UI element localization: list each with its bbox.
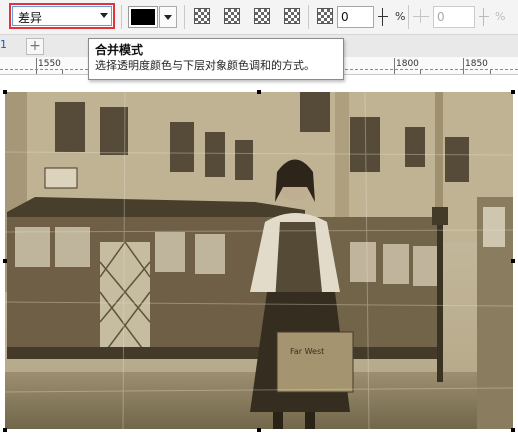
page-tab-number[interactable]: 1 — [0, 38, 7, 51]
toolbar-divider — [121, 5, 122, 29]
property-bar: 差异 0 % 0 % — [0, 0, 518, 35]
add-page-button[interactable]: + — [26, 38, 44, 55]
blend-mode-dropdown[interactable]: 差异 — [9, 3, 115, 29]
selection-handle[interactable] — [3, 428, 7, 432]
color-swatch[interactable] — [128, 6, 158, 28]
tooltip-description: 选择透明度颜色与下层对象颜色调和的方式。 — [95, 59, 315, 72]
selection-handle[interactable] — [257, 90, 261, 94]
transparency-midpoint-icon — [413, 9, 429, 23]
color-picker-dropdown[interactable] — [159, 6, 177, 28]
chevron-down-icon[interactable] — [100, 13, 108, 18]
toolbar-divider — [308, 5, 309, 29]
selection-handle[interactable] — [3, 259, 7, 263]
transparency-input[interactable]: 0 — [337, 6, 374, 28]
selection-handle[interactable] — [511, 259, 515, 263]
color-swatch-fill — [131, 9, 155, 25]
freeze-transparency-icon[interactable] — [284, 8, 300, 24]
transparency-unit: % — [395, 10, 406, 23]
transparency-spinner[interactable] — [376, 6, 390, 28]
toolbar-divider — [408, 5, 409, 29]
selection-handle[interactable] — [257, 428, 261, 432]
transparency-level-icon — [317, 8, 333, 24]
ruler-label: 1550 — [38, 59, 61, 69]
photo-artwork: Far West — [5, 92, 513, 429]
ruler-label: 1800 — [396, 59, 419, 69]
ruler-label: 1850 — [465, 59, 488, 69]
ruler-tick — [463, 58, 464, 74]
selection-handle[interactable] — [511, 428, 515, 432]
transparency-all-icon[interactable] — [194, 8, 210, 24]
selection-handle[interactable] — [511, 90, 515, 94]
transparency-outline-icon[interactable] — [254, 8, 270, 24]
sepia-photo[interactable]: Far West — [5, 92, 513, 429]
ruler-tick — [394, 58, 395, 74]
toolbar-divider — [184, 5, 185, 29]
blend-mode-value: 差异 — [18, 11, 43, 25]
ruler-tick — [36, 58, 37, 74]
second-transparency-spinner[interactable] — [477, 6, 491, 28]
second-transparency-unit: % — [495, 10, 506, 23]
blend-mode-tooltip: 合并模式 选择透明度颜色与下层对象颜色调和的方式。 — [88, 38, 344, 80]
second-transparency-input[interactable]: 0 — [433, 6, 475, 28]
tooltip-title: 合并模式 — [95, 43, 144, 57]
transparency-fill-icon[interactable] — [224, 8, 240, 24]
selection-handle[interactable] — [3, 90, 7, 94]
blend-mode-field[interactable]: 差异 — [12, 6, 112, 26]
